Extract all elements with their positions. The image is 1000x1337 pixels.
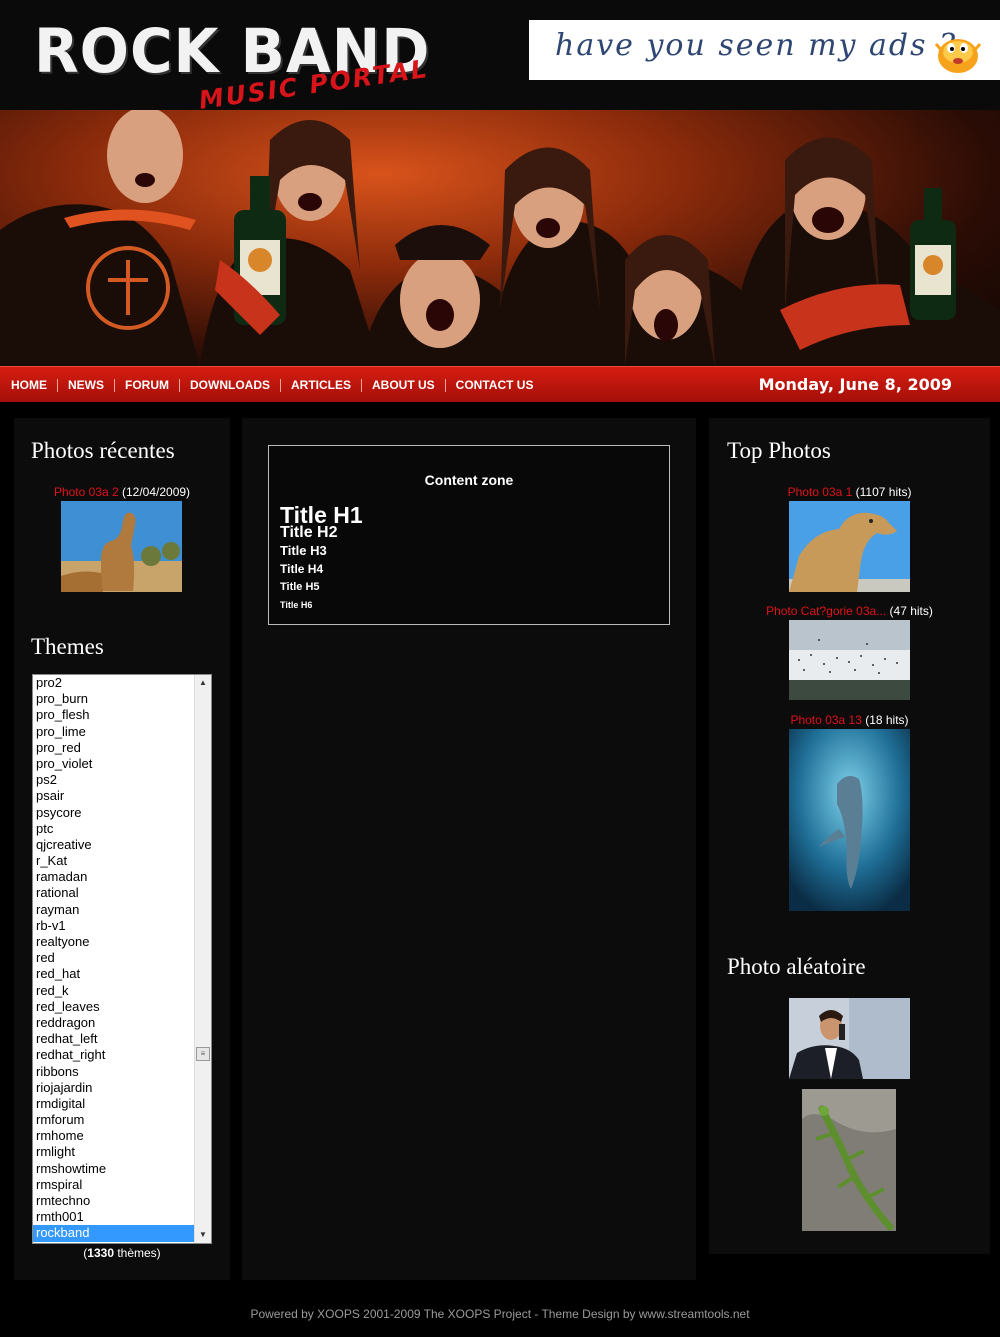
- content-zone: Content zone Title H1 Title H2 Title H3 …: [268, 445, 670, 625]
- site-header: ROCK BAND MUSIC PORTAL have you seen my …: [0, 0, 1000, 115]
- theme-option[interactable]: realtyone: [33, 934, 195, 950]
- theme-option[interactable]: rb-v1: [33, 918, 195, 934]
- theme-option[interactable]: pro_flesh: [33, 707, 195, 723]
- recent-photo-link[interactable]: Photo 03a 2: [54, 485, 119, 499]
- theme-option[interactable]: rmspiral: [33, 1177, 195, 1193]
- theme-option[interactable]: rmshowtime: [33, 1161, 195, 1177]
- site-footer: Powered by XOOPS 2001-2009 The XOOPS Pro…: [250, 1307, 750, 1321]
- top-photo-link[interactable]: Photo 03a 13: [790, 713, 861, 727]
- smiley-icon: [934, 39, 982, 73]
- theme-option[interactable]: pro2: [33, 675, 195, 691]
- theme-option[interactable]: rmforum: [33, 1112, 195, 1128]
- theme-option[interactable]: qjcreative: [33, 837, 195, 853]
- themes-select[interactable]: pro2 pro_burn pro_flesh pro_lime pro_red pro_…: [32, 674, 212, 1244]
- top-photo-hits: (1107 hits): [852, 485, 912, 499]
- theme-option[interactable]: pro_burn: [33, 691, 195, 707]
- top-photos-title: Top Photos: [727, 438, 831, 463]
- nav-downloads[interactable]: DOWNLOADS: [180, 378, 281, 392]
- theme-option[interactable]: rational: [33, 885, 195, 901]
- nav-articles[interactable]: ARTICLES: [281, 378, 362, 392]
- content-zone-title: Content zone: [424, 472, 514, 488]
- theme-option[interactable]: rayman: [33, 902, 195, 918]
- top-photo-link[interactable]: Photo 03a 1: [788, 485, 853, 499]
- themes-count-label: thèmes): [114, 1246, 161, 1260]
- random-photo-thumbnail[interactable]: [789, 998, 910, 1079]
- nav-news[interactable]: NEWS: [58, 378, 115, 392]
- themes-scrollbar[interactable]: ▲ ≡ ▼: [194, 675, 211, 1243]
- band-hero-photo: [0, 110, 1000, 366]
- top-photo-caption: Photo 03a 13 (18 hits): [709, 713, 990, 727]
- recent-photo-date: (12/04/2009): [118, 485, 191, 499]
- theme-option[interactable]: ps2: [33, 772, 195, 788]
- recent-photo-caption: Photo 03a 2 (12/04/2009): [14, 485, 230, 499]
- theme-option[interactable]: rmth001: [33, 1209, 195, 1225]
- center-column: Content zone Title H1 Title H2 Title H3 …: [242, 418, 696, 1280]
- top-photo-thumbnail[interactable]: [789, 620, 910, 700]
- ad-banner[interactable]: have you seen my ads ?: [529, 20, 1000, 80]
- top-photo-link[interactable]: Photo Cat?gorie 03a...: [766, 604, 886, 618]
- main-nav: HOME NEWS FORUM DOWNLOADS ARTICLES ABOUT…: [0, 367, 543, 403]
- theme-option[interactable]: pro_violet: [33, 756, 195, 772]
- theme-option[interactable]: ptc: [33, 821, 195, 837]
- top-photo-caption: Photo 03a 1 (1107 hits): [709, 485, 990, 499]
- current-date: Monday, June 8, 2009: [758, 375, 952, 394]
- heading-h5: Title H5: [280, 581, 320, 593]
- theme-option[interactable]: red: [33, 950, 195, 966]
- theme-option[interactable]: rmhome: [33, 1128, 195, 1144]
- random-photo-thumbnail[interactable]: [802, 1089, 896, 1231]
- theme-option[interactable]: pro_red: [33, 740, 195, 756]
- theme-option[interactable]: ribbons: [33, 1064, 195, 1080]
- theme-option[interactable]: redhat_left: [33, 1031, 195, 1047]
- theme-option[interactable]: psycore: [33, 805, 195, 821]
- theme-option[interactable]: rmdigital: [33, 1096, 195, 1112]
- nav-about-us[interactable]: ABOUT US: [362, 378, 446, 392]
- theme-option[interactable]: r_Kat: [33, 853, 195, 869]
- theme-option[interactable]: rockband: [33, 1225, 195, 1242]
- top-photo-hits: (18 hits): [861, 713, 909, 727]
- heading-h3: Title H3: [280, 543, 327, 558]
- top-photo-thumbnail[interactable]: [789, 501, 910, 592]
- theme-option[interactable]: red_k: [33, 983, 195, 999]
- nav-contact-us[interactable]: CONTACT US: [446, 378, 544, 392]
- theme-option[interactable]: psair: [33, 788, 195, 804]
- scroll-down-arrow-icon[interactable]: ▼: [195, 1227, 211, 1243]
- theme-option[interactable]: rmtechno: [33, 1193, 195, 1209]
- themes-options: pro2 pro_burn pro_flesh pro_lime pro_red pro_…: [33, 675, 195, 1242]
- left-column: Photos récentes Photo 03a 2 (12/04/2009)…: [14, 418, 230, 1280]
- theme-option[interactable]: reddragon: [33, 1015, 195, 1031]
- heading-h6: Title H6: [280, 600, 313, 610]
- recent-photo-thumbnail[interactable]: [61, 501, 182, 592]
- theme-option[interactable]: pro_lime: [33, 724, 195, 740]
- heading-h4: Title H4: [280, 562, 324, 576]
- scroll-up-arrow-icon[interactable]: ▲: [195, 675, 211, 691]
- themes-count-number: 1330: [87, 1246, 114, 1260]
- right-column: Top Photos Photo 03a 1 (1107 hits) Photo…: [709, 418, 990, 1254]
- themes-count: (1330 thèmes): [83, 1246, 161, 1260]
- random-photo-title: Photo aléatoire: [727, 954, 866, 979]
- top-photo-hits: (47 hits): [886, 604, 933, 618]
- heading-h2: Title H2: [280, 524, 338, 541]
- theme-option[interactable]: red_hat: [33, 966, 195, 982]
- top-photo-caption: Photo Cat?gorie 03a... (47 hits): [709, 604, 990, 618]
- themes-title: Themes: [31, 634, 104, 659]
- theme-option[interactable]: rmlight: [33, 1144, 195, 1160]
- nav-home[interactable]: HOME: [0, 378, 58, 392]
- nav-forum[interactable]: FORUM: [115, 378, 180, 392]
- theme-option[interactable]: ramadan: [33, 869, 195, 885]
- theme-option[interactable]: riojajardin: [33, 1080, 195, 1096]
- main-nav-bar: HOME NEWS FORUM DOWNLOADS ARTICLES ABOUT…: [0, 366, 1000, 402]
- top-photo-thumbnail[interactable]: [789, 729, 910, 911]
- theme-option[interactable]: red_leaves: [33, 999, 195, 1015]
- recent-photos-title: Photos récentes: [31, 438, 175, 463]
- scroll-thumb[interactable]: ≡: [196, 1047, 210, 1061]
- ad-banner-text: have you seen my ads ?: [555, 28, 958, 63]
- theme-option[interactable]: redhat_right: [33, 1047, 195, 1063]
